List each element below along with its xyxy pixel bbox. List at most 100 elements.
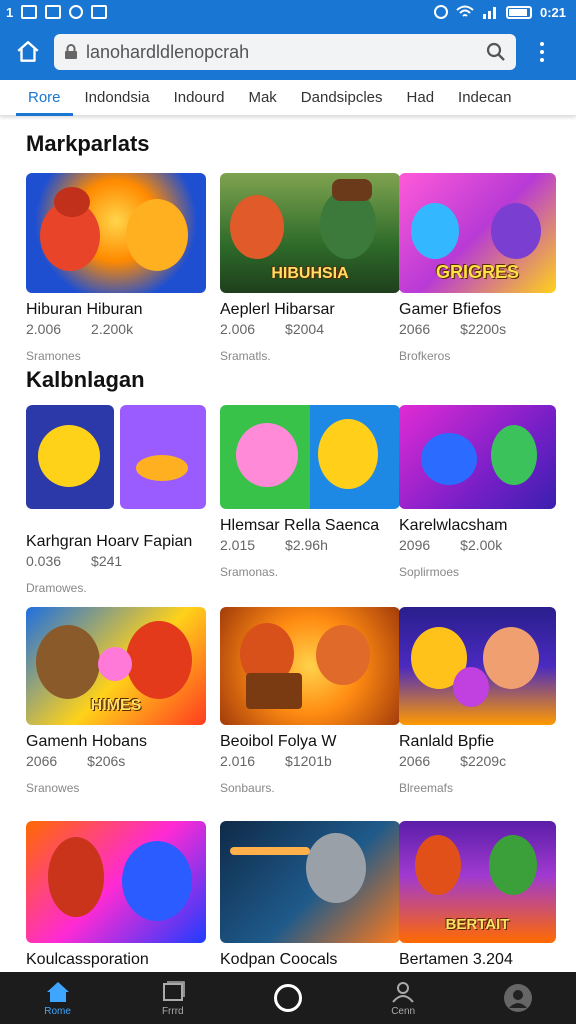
card-price: $2.00k — [460, 537, 503, 553]
card-price: $1201b — [285, 753, 332, 769]
card-meta: 2066 $2200s — [399, 321, 556, 337]
tab-mak[interactable]: Mak — [236, 80, 288, 116]
section-title: Kalbnlagan — [26, 367, 145, 392]
thumbnail-text: HIBUHSIA — [271, 265, 349, 282]
game-card[interactable]: BERTAIT Bertamen 3.204 — [399, 821, 556, 969]
app-icon — [91, 5, 108, 19]
game-card[interactable]: Hiburan Hiburan 2.006 2.200k Sramones — [26, 173, 206, 363]
nav-profile[interactable] — [478, 972, 558, 1024]
game-card[interactable]: Koulcassporation — [26, 821, 206, 969]
tab-indourd[interactable]: Indourd — [162, 80, 237, 116]
game-thumbnail — [399, 405, 556, 509]
card-title: Hiburan Hiburan — [26, 301, 143, 318]
card-subtitle: Blreemafs — [399, 781, 454, 795]
game-card[interactable]: HIBUHSIA Aeplerl Hibarsar 2.006 $2004 Sra… — [220, 173, 400, 363]
game-thumbnail — [399, 607, 556, 725]
main-content: Markparlats Hiburan Hiburan 2.006 2.200k … — [0, 117, 576, 972]
game-card[interactable]: Karhgran Hoarv Fapian 0.036 $241 Dramowes… — [26, 405, 206, 595]
card-meta: 2.015 $2.96h — [220, 537, 400, 553]
notification-icon — [45, 5, 62, 19]
game-thumbnail: GRIGRES — [399, 173, 556, 293]
nav-feed[interactable]: Frrrd — [133, 972, 213, 1024]
game-card[interactable]: Karelwlacsham 2096 $2.00k Soplirmoes — [399, 405, 556, 579]
game-card[interactable]: GRIGRES Gamer Bfiefos 2066 $2200s Brofker… — [399, 173, 556, 363]
tab-indecan[interactable]: Indecan — [446, 80, 523, 116]
nav-label: Cenn — [391, 1005, 416, 1017]
card-price: $206s — [87, 753, 126, 769]
card-title: Beoibol Folya W — [220, 733, 337, 750]
card-subtitle: Sramatls. — [220, 349, 271, 363]
card-count: 2066 — [399, 321, 431, 337]
card-meta: 2.016 $1201b — [220, 753, 400, 769]
section-title: Markparlats — [26, 131, 150, 156]
home-button[interactable] — [10, 34, 46, 70]
tab-rore[interactable]: Rore — [16, 80, 73, 116]
card-count: 2066 — [26, 753, 58, 769]
nav-center[interactable] — [248, 972, 328, 1024]
card-title: Karelwlacsham — [399, 517, 508, 534]
status-bar: 1 0:21 — [0, 0, 576, 24]
card-title: Bertamen 3.204 — [399, 951, 513, 968]
card-title: Koulcassporation — [26, 951, 149, 968]
card-price: $2.96h — [285, 537, 328, 553]
card-title: Aeplerl Hibarsar — [220, 301, 335, 318]
card-count: 2.006 — [220, 321, 256, 337]
bottom-navigation: Rome Frrrd Cenn — [0, 972, 576, 1024]
game-thumbnail: HIBUHSIA — [220, 173, 400, 293]
game-card[interactable]: Kodpan Coocals — [220, 821, 400, 969]
card-count: 2.016 — [220, 753, 256, 769]
card-subtitle: Sramones — [26, 349, 81, 363]
card-title: Hlemsar Rella Saenca — [220, 517, 380, 534]
tab-indondsia[interactable]: Indondsia — [73, 80, 162, 116]
overflow-menu-button[interactable] — [530, 34, 554, 70]
battery-icon — [505, 5, 532, 19]
game-card[interactable]: Hlemsar Rella Saenca 2.015 $2.96h Sramona… — [220, 405, 400, 579]
card-title: Gamer Bfiefos — [399, 301, 502, 318]
search-icon[interactable] — [486, 42, 506, 62]
nav-home[interactable]: Rome — [18, 972, 98, 1024]
square-icon — [162, 980, 185, 1001]
home-icon — [17, 41, 39, 62]
game-card[interactable]: Ranlald Bpfie 2066 $2209c Blreemafs — [399, 607, 556, 795]
card-title: Gamenh Hobans — [26, 733, 147, 750]
menu-dot — [540, 50, 544, 54]
card-count: 2096 — [399, 537, 431, 553]
address-bar[interactable]: lanohardldlenopcrah — [54, 34, 516, 70]
url-text: lanohardldlenopcrah — [86, 41, 250, 62]
game-thumbnail — [220, 821, 400, 943]
game-thumbnail — [220, 405, 400, 509]
nav-account[interactable]: Cenn — [363, 972, 443, 1024]
record-icon — [69, 5, 84, 19]
game-thumbnail — [220, 607, 400, 725]
wifi-icon — [456, 5, 474, 17]
game-thumbnail — [26, 405, 206, 525]
avatar-icon — [504, 984, 533, 1012]
card-count: 2066 — [399, 753, 431, 769]
home-icon — [46, 981, 69, 1002]
card-title: Kodpan Coocals — [220, 951, 338, 968]
game-card[interactable]: Beoibol Folya W 2.016 $1201b Sonbaurs. — [220, 607, 400, 795]
card-meta: 0.036 $241 — [26, 553, 206, 569]
tab-dandsipcles[interactable]: Dandsipcles — [289, 80, 395, 116]
menu-dot — [540, 42, 544, 46]
screen: 1 0:21 lanohardldlenopcrah Rore Indondsi… — [0, 0, 576, 1024]
card-price: $2004 — [285, 321, 324, 337]
card-count: 2.006 — [26, 321, 62, 337]
card-meta: 2.006 $2004 — [220, 321, 400, 337]
card-count: 0.036 — [26, 553, 62, 569]
game-card[interactable]: HIMES Gamenh Hobans 2066 $206s Sranowes — [26, 607, 206, 795]
card-price: $241 — [91, 553, 123, 569]
card-price: 2.200k — [91, 321, 134, 337]
card-meta: 2066 $206s — [26, 753, 206, 769]
signal-icon — [482, 7, 496, 19]
card-subtitle: Sranowes — [26, 781, 80, 795]
nav-label: Rome — [44, 1005, 71, 1017]
game-thumbnail — [26, 821, 206, 943]
status-left-text: 1 — [6, 4, 14, 20]
status-left: 1 — [6, 4, 108, 20]
card-meta: 2096 $2.00k — [399, 537, 556, 553]
tab-had[interactable]: Had — [395, 80, 447, 116]
image-icon — [21, 5, 38, 19]
card-subtitle: Sonbaurs. — [220, 781, 275, 795]
card-price: $2200s — [460, 321, 507, 337]
